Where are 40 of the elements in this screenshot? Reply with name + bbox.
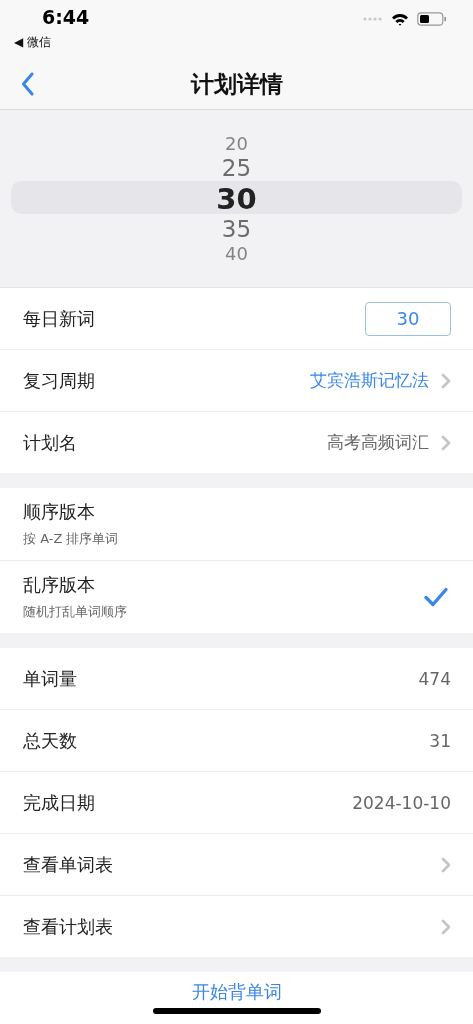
settings-row[interactable]: 查看计划表 (0, 896, 473, 957)
row-value: 艾宾浩斯记忆法 (310, 369, 429, 392)
row-label: 单词量 (23, 666, 77, 691)
row-label: 查看单词表 (23, 852, 113, 877)
picker-option[interactable]: 35 (221, 214, 252, 244)
settings-row[interactable]: 计划名 高考高频词汇 (0, 412, 473, 473)
picker-option[interactable]: 25 (221, 153, 252, 183)
checkmark-icon (423, 586, 449, 608)
number-input-field[interactable]: 30 (365, 301, 451, 336)
row-value: 31 (429, 730, 451, 751)
signal-icon (363, 17, 383, 21)
row-value: 高考高频词汇 (327, 431, 429, 454)
picker-option[interactable]: 30 (216, 182, 257, 215)
option-row[interactable]: 顺序版本 按 A-Z 排序单词 (0, 488, 473, 561)
chevron-icon (441, 918, 451, 935)
chevron-icon (441, 434, 451, 451)
row-label: 计划名 (23, 430, 77, 455)
start-button[interactable]: 开始背单词 (181, 972, 292, 1006)
chevron-icon (441, 372, 451, 389)
wifi-icon (391, 12, 409, 26)
row-value: 474 (418, 668, 451, 689)
status-time: 6:44 (42, 5, 90, 29)
option-description: 按 A-Z 排序单词 (23, 530, 119, 548)
row-label: 完成日期 (23, 790, 95, 815)
option-description: 随机打乱单词顺序 (23, 603, 127, 621)
option-title: 顺序版本 (23, 500, 96, 524)
battery-icon (417, 12, 447, 26)
option-row[interactable]: 乱序版本 随机打乱单词顺序 (0, 561, 473, 633)
back-icon[interactable] (21, 72, 35, 96)
option-title: 乱序版本 (23, 573, 96, 597)
page-title: 计划详情 (190, 70, 283, 99)
settings-row[interactable]: 复习周期 艾宾浩斯记忆法 (0, 350, 473, 412)
row-label: 总天数 (23, 728, 77, 753)
row-value: 2024-10-10 (352, 792, 451, 813)
row-label: 每日新词 (23, 306, 95, 331)
settings-row[interactable]: 查看单词表 (0, 834, 473, 896)
chevron-icon (441, 856, 451, 873)
row-label: 复习周期 (23, 368, 95, 393)
row-label: 查看计划表 (23, 914, 113, 939)
back-to-app-link[interactable]: ◀ 微信 (14, 34, 90, 51)
